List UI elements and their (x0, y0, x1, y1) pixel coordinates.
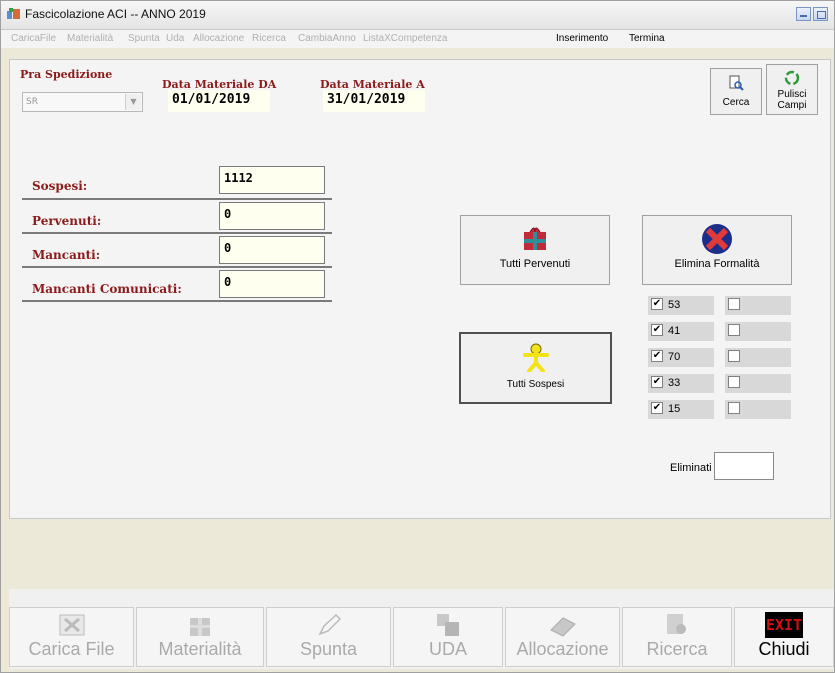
search-doc-icon (667, 614, 686, 634)
spunta-label: Spunta (299, 639, 358, 659)
tutti-sospesi-label: Tutti Sospesi (506, 379, 565, 390)
cerca-label: Cerca (722, 97, 750, 108)
window-title: Fascicolazione ACI -- ANNO 2019 (25, 7, 206, 21)
title-bar: Fascicolazione ACI -- ANNO 2019 (1, 1, 834, 30)
person-icon (522, 343, 549, 373)
tutti-pervenuti-button[interactable]: Tutti Pervenuti (460, 215, 610, 285)
app-icon (7, 8, 20, 19)
menu-uda[interactable]: Uda (166, 33, 184, 44)
menu-allocazione[interactable]: Allocazione (193, 33, 244, 44)
checkbox-empty-2[interactable] (728, 324, 740, 336)
pra-spedizione-label: Pra Spedizione (20, 68, 113, 81)
sospesi-field[interactable]: 1112 (219, 166, 325, 194)
restore-icon (817, 11, 826, 19)
cerca-button[interactable]: Cerca (710, 68, 762, 115)
pervenuti-row: Pervenuti: 0 (22, 200, 332, 234)
tutti-pervenuti-label: Tutti Pervenuti (499, 258, 571, 270)
carica-file-button[interactable]: Carica File (9, 607, 134, 667)
chiudi-label: Chiudi (758, 639, 810, 659)
checkbox-33[interactable]: ✔ (651, 376, 663, 388)
menu-bar: CaricaFile Materialità Spunta Uda Alloca… (1, 30, 834, 48)
check-row-3: ✔ 70 (648, 348, 798, 367)
mancanti-comunicati-field[interactable]: 0 (219, 270, 325, 298)
check-value-33: 33 (668, 377, 681, 389)
mancanti-comunicati-row: Mancanti Comunicati: 0 (22, 268, 332, 302)
menu-cambiaanno[interactable]: CambiaAnno (298, 33, 356, 44)
materialita-label: Materialità (158, 639, 242, 659)
allocazione-label: Allocazione (516, 639, 609, 659)
eliminati-field[interactable] (714, 452, 774, 480)
uda-icon (437, 614, 459, 636)
chevron-down-icon[interactable]: ▼ (125, 94, 141, 110)
delete-star-icon (702, 224, 732, 254)
checkbox-empty-1[interactable] (728, 298, 740, 310)
main-panel: Pra Spedizione SR ▼ Data Materiale DA 01… (9, 59, 831, 519)
menu-ricerca[interactable]: Ricerca (252, 33, 286, 44)
checkbox-41[interactable]: ✔ (651, 324, 663, 336)
recycle-icon (784, 70, 800, 86)
mancanti-label: Mancanti: (32, 248, 101, 262)
gift-box-icon (524, 227, 546, 250)
uda-button[interactable]: UDA (393, 607, 503, 667)
check-row-2: ✔ 41 (648, 322, 798, 341)
check-value-53: 53 (668, 299, 681, 311)
menu-caricafile[interactable]: CaricaFile (11, 33, 56, 44)
menu-termina[interactable]: Termina (629, 33, 665, 44)
mancanti-comunicati-label: Mancanti Comunicati: (32, 282, 182, 296)
eraser-icon (549, 617, 576, 637)
tutti-sospesi-button[interactable]: Tutti Sospesi (459, 332, 612, 404)
pervenuti-field[interactable]: 0 (219, 202, 325, 230)
date-from-input[interactable]: 01/01/2019 (168, 90, 270, 112)
menu-inserimento[interactable]: Inserimento (556, 33, 608, 44)
ricerca-label: Ricerca (646, 639, 708, 659)
checkbox-70[interactable]: ✔ (651, 350, 663, 362)
materialita-button[interactable]: Materialità (136, 607, 264, 667)
checkbox-empty-4[interactable] (728, 376, 740, 388)
search-icon (729, 75, 744, 91)
elimina-formalita-label: Elimina Formalità (674, 258, 760, 270)
pulisci-label-2: Campi (777, 100, 807, 111)
checkbox-empty-5[interactable] (728, 402, 740, 414)
ricerca-button[interactable]: Ricerca (622, 607, 732, 667)
uda-label: UDA (428, 639, 467, 659)
file-icon (59, 614, 84, 636)
checkbox-53[interactable]: ✔ (651, 298, 663, 310)
minimize-button[interactable] (796, 7, 811, 21)
check-row-4: ✔ 33 (648, 374, 798, 393)
check-value-15: 15 (668, 403, 681, 415)
allocazione-button[interactable]: Allocazione (505, 607, 620, 667)
app-window: Fascicolazione ACI -- ANNO 2019 CaricaFi… (0, 0, 835, 673)
pen-icon (317, 613, 341, 636)
pervenuti-label: Pervenuti: (32, 214, 102, 228)
elimina-formalita-button[interactable]: Elimina Formalità (642, 215, 792, 285)
restore-button[interactable] (813, 7, 828, 21)
eliminati-label: Eliminati (670, 462, 712, 474)
spunta-button[interactable]: Spunta (266, 607, 391, 667)
carica-file-label: Carica File (28, 639, 115, 659)
pulisci-campi-button[interactable]: Pulisci Campi (766, 64, 818, 115)
sospesi-label: Sospesi: (32, 179, 88, 193)
check-value-70: 70 (668, 351, 681, 363)
check-row-5: ✔ 15 (648, 400, 798, 419)
checkbox-empty-3[interactable] (728, 350, 740, 362)
bottom-toolbar: Carica File Materialità Spunta UDA Alloc… (9, 589, 834, 669)
check-value-41: 41 (668, 325, 681, 337)
minimize-icon (800, 15, 807, 17)
sospesi-row: Sospesi: 1112 (22, 165, 332, 200)
mancanti-field[interactable]: 0 (219, 236, 325, 264)
pulisci-label-1: Pulisci (777, 89, 807, 100)
check-row-1: ✔ 53 (648, 296, 798, 315)
menu-spunta[interactable]: Spunta (128, 33, 160, 44)
box-icon (190, 618, 210, 636)
pra-spedizione-value: SR (26, 97, 38, 107)
exit-icon: EXIT (765, 612, 803, 638)
date-to-input[interactable]: 31/01/2019 (323, 90, 425, 112)
menu-listaxcompetenza[interactable]: ListaXCompetenza (363, 33, 448, 44)
mancanti-row: Mancanti: 0 (22, 234, 332, 268)
menu-materialita[interactable]: Materialità (67, 33, 113, 44)
pra-spedizione-select[interactable]: SR ▼ (22, 92, 143, 112)
chiudi-button[interactable]: EXIT Chiudi (734, 607, 834, 667)
checkbox-15[interactable]: ✔ (651, 402, 663, 414)
